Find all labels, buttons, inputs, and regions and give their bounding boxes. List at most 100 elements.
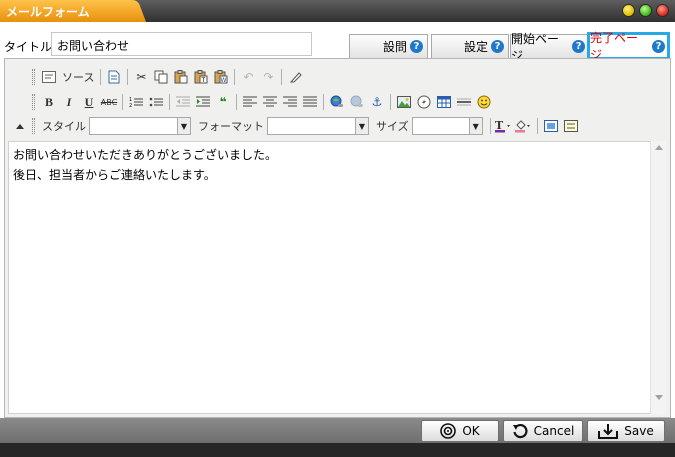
target-icon <box>440 423 457 439</box>
help-icon[interactable]: ? <box>572 40 585 53</box>
source-icon[interactable] <box>40 68 58 86</box>
help-icon[interactable]: ? <box>652 39 665 53</box>
ok-button[interactable]: OK <box>421 420 499 442</box>
scroll-down-icon[interactable] <box>655 395 663 400</box>
svg-text:W: W <box>221 77 227 84</box>
toolbar-separator <box>127 69 129 85</box>
flash-icon[interactable] <box>415 93 433 111</box>
paste-icon[interactable] <box>172 68 190 86</box>
toolbar-separator <box>323 94 324 110</box>
title-bar: メールフォーム <box>0 0 675 22</box>
svg-text:2: 2 <box>129 103 132 108</box>
numbered-list-icon[interactable]: 12 <box>127 93 145 111</box>
table-icon[interactable] <box>435 93 453 111</box>
toolbar-separator <box>281 69 283 85</box>
size-select-value <box>413 118 469 134</box>
bold-icon[interactable]: B <box>40 93 58 111</box>
cancel-button[interactable]: Cancel <box>503 420 583 442</box>
image-icon[interactable] <box>395 93 413 111</box>
toolbar-separator <box>234 69 236 85</box>
align-justify-icon[interactable] <box>301 93 319 111</box>
toolbar-row-3: スタイル ▼ フォーマット ▼ サイズ ▼ T <box>32 115 581 137</box>
help-icon[interactable]: ? <box>491 40 504 53</box>
size-select[interactable]: ▼ <box>411 117 483 135</box>
chevron-down-icon[interactable]: ▼ <box>355 118 368 134</box>
toolbar-grip <box>32 118 35 134</box>
redo-icon[interactable]: ↷ <box>259 68 277 86</box>
chevron-down-icon[interactable]: ▼ <box>468 118 482 134</box>
chevron-down-icon[interactable]: ▼ <box>177 118 190 134</box>
format-select-value <box>268 118 355 134</box>
mail-form-window: メールフォーム タイトル: お問い合わせ 設問 ? 設定 ? 開始ページ ? 完… <box>0 0 675 457</box>
align-center-icon[interactable] <box>261 93 279 111</box>
minimize-button[interactable] <box>622 4 635 17</box>
tab-complete-page[interactable]: 完了ページ ? <box>587 31 670 62</box>
undo-arrow-icon <box>512 423 528 439</box>
tab-settings[interactable]: 設定 ? <box>431 34 509 58</box>
format-label: フォーマット <box>198 120 264 133</box>
help-icon[interactable]: ? <box>410 40 423 53</box>
toolbar-grip <box>32 94 35 110</box>
horizontal-rule-icon[interactable] <box>455 93 473 111</box>
toolbar-grip <box>32 69 35 85</box>
size-label: サイズ <box>376 120 409 133</box>
source-label[interactable]: ソース <box>62 69 94 85</box>
title-label: タイトル: <box>4 40 57 54</box>
toolbar-separator <box>489 118 491 134</box>
link-icon[interactable] <box>328 93 346 111</box>
toolbar-separator <box>390 94 391 110</box>
paste-word-icon[interactable]: W <box>212 68 230 86</box>
save-button[interactable]: Save <box>587 420 665 442</box>
vertical-scrollbar[interactable] <box>650 141 666 414</box>
toolbar-collapse-icon[interactable] <box>16 124 24 129</box>
save-label: Save <box>624 424 654 438</box>
paste-text-icon[interactable]: T <box>192 68 210 86</box>
background-color-icon[interactable] <box>514 117 533 135</box>
tab-questions-label: 設問 <box>382 40 407 54</box>
new-page-icon[interactable] <box>105 68 123 86</box>
tab-questions[interactable]: 設問 ? <box>349 34 428 58</box>
bulleted-list-icon[interactable] <box>147 93 165 111</box>
content-line: 後日、担当者からご連絡いたします。 <box>13 168 216 182</box>
align-left-icon[interactable] <box>241 93 259 111</box>
cancel-label: Cancel <box>533 424 575 438</box>
show-blocks-icon[interactable] <box>562 117 580 135</box>
copy-icon[interactable] <box>152 68 170 86</box>
scroll-up-icon[interactable] <box>655 145 663 150</box>
toolbar-separator <box>122 94 123 110</box>
close-button[interactable] <box>656 4 669 17</box>
text-color-icon[interactable]: T <box>494 117 513 135</box>
window-title: メールフォーム <box>6 5 90 19</box>
undo-icon[interactable]: ↶ <box>239 68 257 86</box>
toolbar-separator <box>536 118 538 134</box>
align-right-icon[interactable] <box>281 93 299 111</box>
indent-icon[interactable] <box>194 93 212 111</box>
toolbar-separator <box>100 69 102 85</box>
tab-start-page[interactable]: 開始ページ ? <box>510 32 588 63</box>
strikethrough-icon[interactable]: ABC <box>100 93 118 111</box>
outdent-icon[interactable] <box>174 93 192 111</box>
bottom-edge <box>0 443 675 457</box>
cut-icon[interactable]: ✂ <box>132 68 150 86</box>
smiley-icon[interactable] <box>475 93 493 111</box>
toolbar-row-1: ソース ✂ T W ↶ ↷ <box>32 66 305 88</box>
blockquote-icon[interactable]: ❝ <box>214 93 232 111</box>
title-input[interactable]: お問い合わせ <box>51 32 312 56</box>
underline-icon[interactable]: U <box>80 93 98 111</box>
toolbar-row-2: B I U ABC 12 ❝ ⚓ <box>32 91 494 113</box>
toolbar-separator <box>169 94 170 110</box>
format-select[interactable]: ▼ <box>267 117 369 135</box>
ok-label: OK <box>462 424 480 438</box>
style-label: スタイル <box>42 120 86 133</box>
eraser-icon[interactable] <box>286 68 304 86</box>
tab-settings-label: 設定 <box>463 40 488 54</box>
style-select[interactable]: ▼ <box>89 117 191 135</box>
anchor-icon[interactable]: ⚓ <box>368 93 386 111</box>
editor-toolbar: ソース ✂ T W ↶ ↷ B I U ABC 1 2 ❝ ⚓ スタイル ▼ フ… <box>8 63 666 141</box>
svg-text:T: T <box>201 77 206 84</box>
unlink-icon[interactable] <box>348 93 366 111</box>
italic-icon[interactable]: I <box>60 93 78 111</box>
maximize-button[interactable] <box>639 4 652 17</box>
editor-content[interactable]: お問い合わせいただきありがとうございました。 後日、担当者からご連絡いたします。 <box>8 141 651 414</box>
maximize-editor-icon[interactable] <box>542 117 560 135</box>
